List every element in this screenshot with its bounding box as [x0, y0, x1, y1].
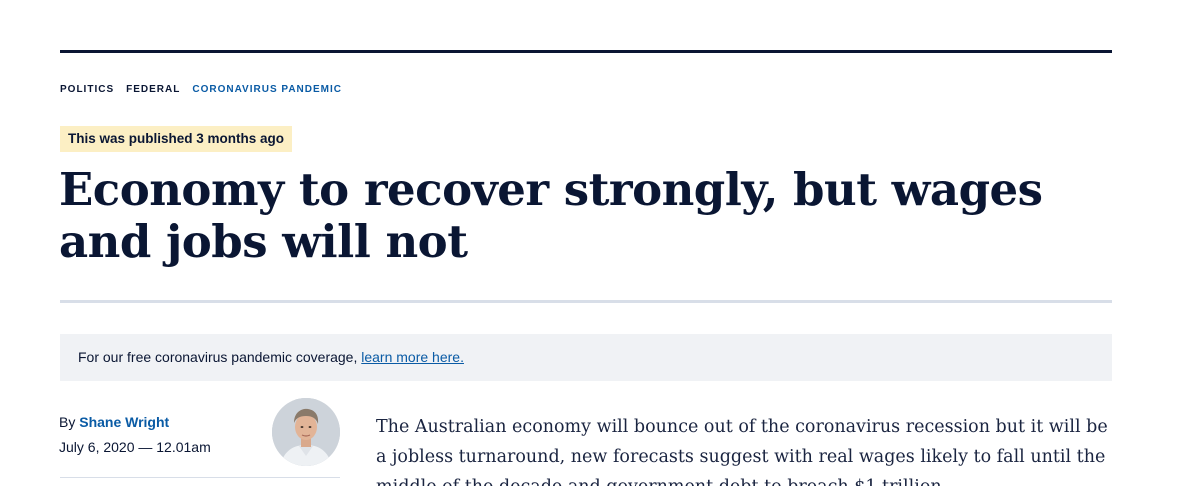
article-headline: Economy to recover strongly, but wages a…: [59, 163, 1043, 268]
tag-politics[interactable]: POLITICS: [60, 84, 114, 95]
promo-text: For our free coronavirus pandemic covera…: [78, 349, 362, 365]
topic-tags: POLITICS FEDERAL CORONAVIRUS PANDEMIC: [60, 84, 342, 95]
tag-federal[interactable]: FEDERAL: [126, 84, 180, 95]
author-photo: [272, 398, 340, 466]
byline-prefix: By: [59, 414, 80, 430]
publish-date: July 6, 2020 — 12.01am: [59, 439, 211, 455]
byline-divider: [60, 477, 340, 478]
byline: By Shane Wright: [59, 414, 169, 430]
learn-more-link[interactable]: learn more here.: [361, 349, 464, 365]
author-avatar[interactable]: [272, 398, 340, 466]
tag-coronavirus-pandemic[interactable]: CORONAVIRUS PANDEMIC: [192, 84, 342, 95]
top-rule: [60, 50, 1112, 53]
article-lede: The Australian economy will bounce out o…: [376, 417, 1108, 486]
published-notice: This was published 3 months ago: [60, 126, 293, 152]
headline-divider: [60, 300, 1112, 303]
author-link[interactable]: Shane Wright: [79, 414, 169, 430]
promo-banner: For our free coronavirus pandemic covera…: [60, 334, 1112, 381]
